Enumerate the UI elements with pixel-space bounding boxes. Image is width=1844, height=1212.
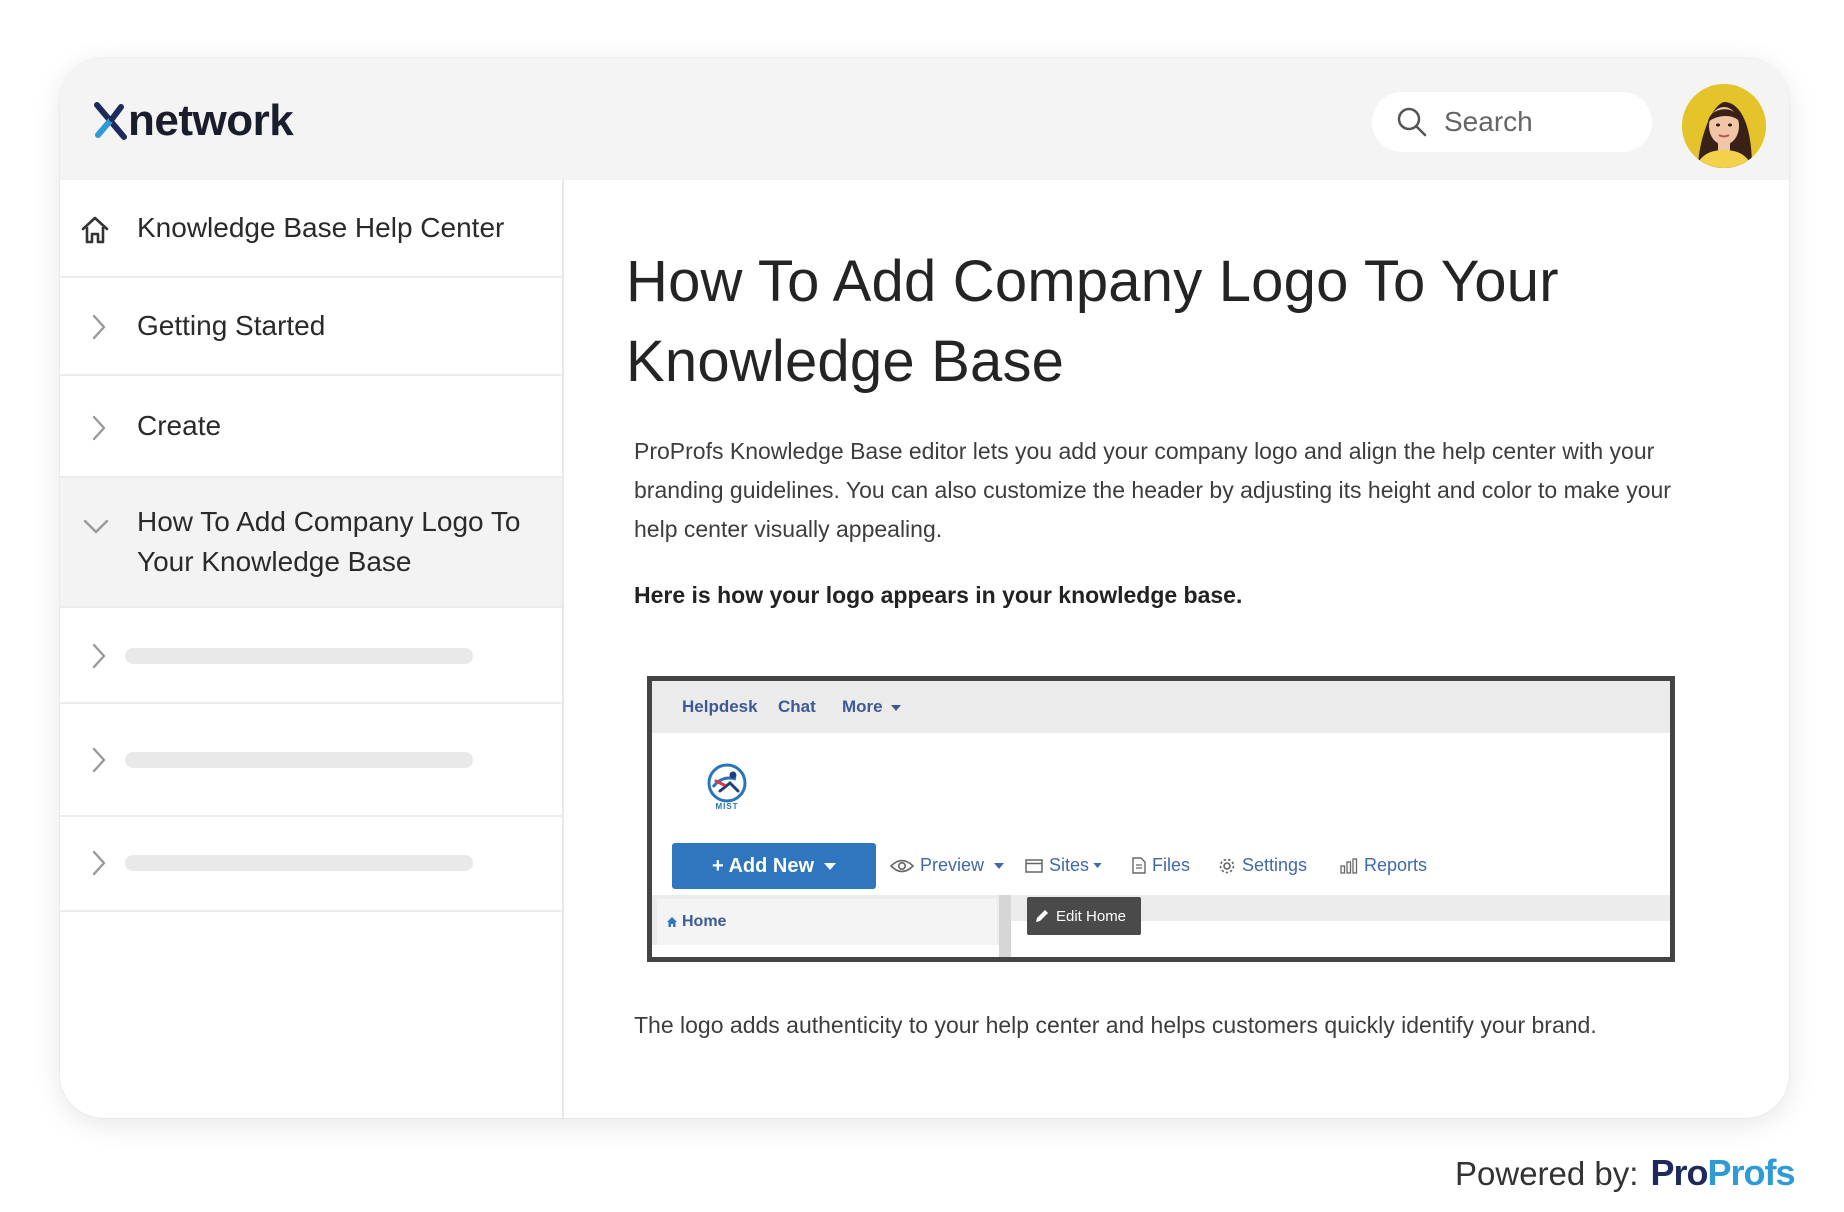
- sites-label: Sites: [1049, 855, 1090, 875]
- top-bar: network: [60, 58, 1789, 180]
- sidebar-item-company-logo[interactable]: How To Add Company Logo To Your Knowledg…: [60, 478, 562, 608]
- placeholder-bar: [125, 752, 473, 768]
- sidebar-item-getting-started[interactable]: Getting Started: [60, 278, 562, 376]
- screenshot-divider: [999, 895, 1011, 957]
- search-icon: [1397, 107, 1427, 137]
- placeholder-bar: [125, 648, 473, 664]
- preview-tool[interactable]: Preview: [890, 855, 1010, 876]
- sidebar-item-create[interactable]: Create: [60, 376, 562, 478]
- user-avatar-icon: [1682, 84, 1766, 168]
- chevron-down-icon: [83, 519, 109, 534]
- sidebar-item-label: Getting Started: [137, 310, 326, 341]
- article-subheading: Here is how your logo appears in your kn…: [634, 582, 1243, 608]
- mist-logo-text: MIST: [715, 802, 739, 811]
- sidebar-item-label: Knowledge Base Help Center: [137, 212, 505, 243]
- files-label: Files: [1152, 855, 1191, 875]
- sidebar-item-placeholder[interactable]: [60, 608, 562, 704]
- page-title: How To Add Company Logo To Your Knowledg…: [626, 249, 1559, 394]
- sites-tool[interactable]: Sites: [1025, 855, 1108, 876]
- reports-tool[interactable]: Reports: [1340, 855, 1427, 876]
- search-box[interactable]: [1372, 92, 1652, 152]
- home-icon: [81, 216, 109, 244]
- pencil-icon: [1036, 910, 1048, 922]
- gear-icon: [1219, 858, 1235, 873]
- sidebar-item-placeholder[interactable]: [60, 817, 562, 912]
- chevron-right-icon: [92, 314, 106, 340]
- chevron-right-icon: [92, 747, 106, 773]
- sidebar: Knowledge Base Help Center Getting Start…: [60, 180, 564, 1118]
- search-input[interactable]: [1444, 106, 1634, 138]
- article-content: How To Add Company Logo To Your Knowledg…: [564, 180, 1789, 1118]
- sidebar-item-placeholder[interactable]: [60, 704, 562, 817]
- window-icon: [1025, 858, 1043, 873]
- placeholder-bar: [125, 855, 473, 871]
- file-icon: [1132, 857, 1146, 874]
- caret-down-icon: [824, 862, 837, 870]
- proprofs-logo[interactable]: ProProfs: [1650, 1152, 1795, 1194]
- avatar[interactable]: [1682, 84, 1766, 168]
- embedded-screenshot: Helpdesk Chat More MIST + Add New Previe…: [647, 676, 1675, 962]
- chevron-right-icon: [92, 850, 106, 876]
- brand-name: network: [128, 96, 294, 145]
- nav-more: More: [842, 697, 902, 717]
- powered-by: Powered by: ProProfs: [1455, 1152, 1795, 1194]
- caret-down-icon: [994, 862, 1005, 869]
- powered-by-label: Powered by:: [1455, 1155, 1639, 1192]
- home-link[interactable]: Home: [666, 913, 726, 931]
- nav-helpdesk: Helpdesk: [682, 697, 758, 716]
- edit-home-button[interactable]: Edit Home: [1027, 897, 1141, 935]
- app-window: network Search Knowledge Base Help Cente…: [60, 58, 1789, 1118]
- eye-icon: [890, 859, 914, 872]
- bar-chart-icon: [1340, 857, 1358, 874]
- article-outro: The logo adds authenticity to your help …: [634, 1012, 1597, 1038]
- edit-home-label: Edit Home: [1056, 907, 1127, 925]
- chevron-right-icon: [92, 643, 106, 669]
- network-logo-icon: [94, 102, 127, 140]
- screenshot-nav-bar: Helpdesk Chat More: [652, 681, 1670, 733]
- home-label: Home: [682, 913, 727, 930]
- nav-chat: Chat: [778, 697, 816, 716]
- proprofs-logo-profs: Profs: [1707, 1152, 1795, 1193]
- caret-down-icon: [891, 704, 902, 711]
- files-tool[interactable]: Files: [1132, 855, 1190, 876]
- caret-down-icon: [1093, 863, 1102, 868]
- sidebar-item-label: How To Add Company Logo To Your Knowledg…: [137, 506, 521, 577]
- preview-label: Preview: [920, 855, 985, 875]
- settings-label: Settings: [1242, 855, 1308, 875]
- brand-logo[interactable]: network: [94, 96, 294, 146]
- sidebar-item-home[interactable]: Knowledge Base Help Center: [60, 180, 562, 278]
- chevron-right-icon: [92, 415, 106, 441]
- add-new-label: + Add New: [711, 854, 815, 877]
- nav-more-label: More: [842, 697, 883, 716]
- reports-label: Reports: [1364, 855, 1428, 875]
- add-new-button[interactable]: + Add New: [672, 843, 876, 889]
- home-icon: [667, 917, 677, 927]
- settings-tool[interactable]: Settings: [1218, 855, 1307, 876]
- proprofs-logo-pro: Pro: [1650, 1152, 1708, 1193]
- mist-logo: MIST: [702, 761, 752, 813]
- sidebar-item-label: Create: [137, 410, 222, 441]
- article-intro: ProProfs Knowledge Base editor lets you …: [634, 438, 1671, 542]
